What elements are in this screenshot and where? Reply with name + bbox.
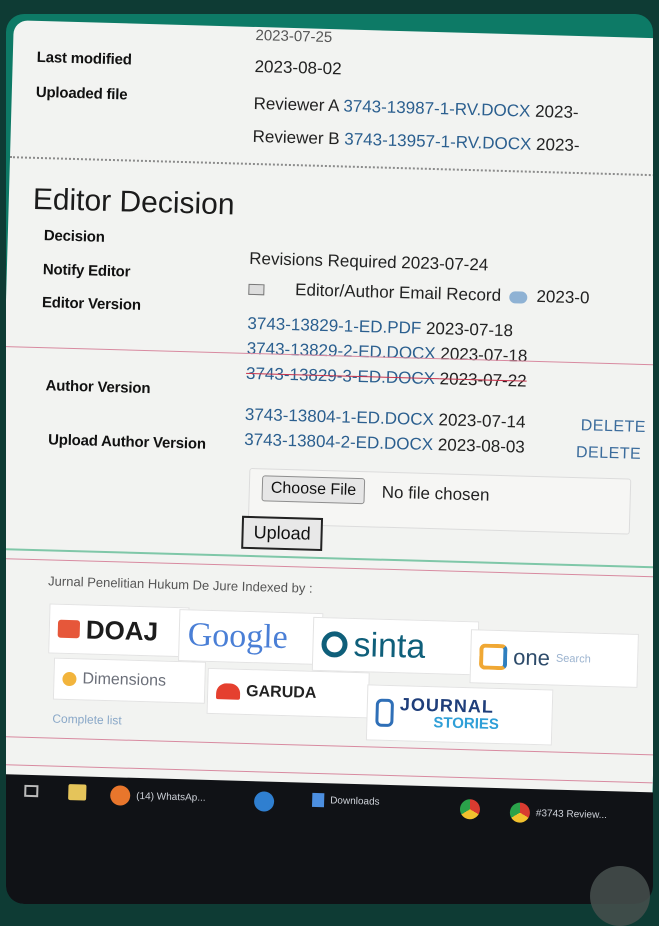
moire-line <box>6 548 653 569</box>
download-icon <box>311 792 325 808</box>
no-file-chosen-text: No file chosen <box>381 482 490 505</box>
reviewer-b-file-link[interactable]: 3743-13957-1-RV.DOCX <box>344 129 532 153</box>
journal-stories-text: JOURNAL STORIES <box>399 694 500 734</box>
comment-icon[interactable] <box>509 290 528 304</box>
reviewer-a-file-link[interactable]: 3743-13987-1-RV.DOCX <box>343 96 531 120</box>
chrome-review-task[interactable]: #3743 Review... <box>509 802 608 825</box>
journal-stories-icon <box>375 698 395 728</box>
reviewer-b-row: Reviewer B 3743-13957-1-RV.DOCX 2023- <box>252 127 579 156</box>
editor-version-file-link[interactable]: 3743-13829-1-ED.PDF <box>247 314 421 338</box>
dimensions-icon <box>62 671 77 687</box>
editor-decision-heading: Editor Decision <box>32 182 235 222</box>
reviewer-a-row: Reviewer A 3743-13987-1-RV.DOCX 2023- <box>253 94 579 123</box>
onesearch-logo[interactable]: one Search <box>469 629 639 688</box>
edge-icon[interactable] <box>253 791 275 812</box>
reviewer-b-date: 2023- <box>535 134 580 156</box>
expand-icon[interactable] <box>590 866 650 926</box>
reviewer-a-date: 2023- <box>534 101 579 123</box>
downloads-task[interactable]: Downloads <box>311 792 380 809</box>
upload-button[interactable]: Upload <box>241 515 324 552</box>
editor-version-date: 2023-07-22 <box>439 369 527 391</box>
complete-list-link[interactable]: Complete list <box>52 712 122 728</box>
chrome-icon[interactable] <box>459 798 481 820</box>
last-modified-value: 2023-08-02 <box>254 56 342 79</box>
firefox-whatsapp-task[interactable]: (14) WhatsAp... <box>109 785 206 808</box>
editor-version-row: 3743-13829-2-ED.DOCX 2023-07-18 <box>246 339 527 367</box>
decision-label: Decision <box>43 227 105 246</box>
choose-file-button[interactable]: Choose File <box>261 475 366 505</box>
reviewer-b-name: Reviewer B <box>252 126 340 149</box>
review-page: 2023-07-25 Last modified 2023-08-02 Uplo… <box>6 20 653 799</box>
uploaded-file-label: Uploaded file <box>35 83 128 104</box>
onesearch-icon <box>478 643 508 671</box>
editor-version-file-link[interactable]: 3743-13829-3-ED.DOCX <box>246 364 435 388</box>
editor-version-row: 3743-13829-1-ED.PDF 2023-07-18 <box>247 314 513 341</box>
monitor-screen: 2023-07-25 Last modified 2023-08-02 Uplo… <box>6 14 653 904</box>
editor-version-row: 3743-13829-3-ED.DOCX 2023-07-22 <box>246 364 527 392</box>
delete-link[interactable]: DELETE <box>576 444 642 464</box>
delete-link[interactable]: DELETE <box>580 417 646 437</box>
author-version-row: 3743-13804-2-ED.DOCX 2023-08-03 <box>244 430 525 458</box>
editor-version-file-link[interactable]: 3743-13829-2-ED.DOCX <box>246 339 435 363</box>
sinta-icon <box>321 631 348 658</box>
garuda-logo[interactable]: GARUDA <box>206 667 370 719</box>
phone-photo-frame: 2023-07-25 Last modified 2023-08-02 Uplo… <box>6 14 653 904</box>
moire-line <box>6 735 653 756</box>
file-explorer-icon[interactable] <box>68 784 87 801</box>
author-version-file-link[interactable]: 3743-13804-2-ED.DOCX <box>244 430 433 454</box>
sinta-logo[interactable]: sinta <box>311 616 480 676</box>
upload-author-version-label: Upload Author Version <box>47 431 207 453</box>
indexed-by-text: Jurnal Penelitian Hukum De Jure Indexed … <box>47 573 313 596</box>
author-version-date: 2023-07-14 <box>438 410 526 432</box>
windows-taskbar: (14) WhatsAp... Downloads #3743 Review..… <box>6 773 653 904</box>
editor-version-date: 2023-07-18 <box>425 318 514 341</box>
notify-row: Editor/Author Email Record 2023-0 <box>248 279 590 309</box>
last-modified-label: Last modified <box>36 48 132 69</box>
notify-editor-label: Notify Editor <box>42 261 131 281</box>
editor-version-date: 2023-07-18 <box>440 344 528 366</box>
editor-version-label: Editor Version <box>41 294 142 314</box>
doaj-logo[interactable]: DOAJ <box>48 603 190 658</box>
task-view-icon[interactable] <box>24 784 39 798</box>
chrome-icon <box>509 802 531 823</box>
cut-date: 2023-07-25 <box>255 26 333 47</box>
author-version-date: 2023-08-03 <box>437 435 526 457</box>
author-version-label: Author Version <box>45 377 151 398</box>
section-divider <box>9 156 653 177</box>
firefox-icon <box>109 785 131 806</box>
doaj-icon <box>57 619 81 639</box>
author-version-row: 3743-13804-1-ED.DOCX 2023-07-14 <box>245 405 526 433</box>
notify-date: 2023-0 <box>536 286 590 308</box>
reviewer-a-name: Reviewer A <box>253 93 339 116</box>
garuda-icon <box>215 683 241 700</box>
dimensions-logo[interactable]: Dimensions <box>52 657 206 704</box>
journal-stories-logo[interactable]: JOURNAL STORIES <box>365 684 554 746</box>
envelope-icon[interactable] <box>248 283 265 296</box>
email-record-link[interactable]: Editor/Author Email Record <box>295 280 501 305</box>
decision-value: Revisions Required 2023-07-24 <box>249 248 489 275</box>
author-version-file-link[interactable]: 3743-13804-1-ED.DOCX <box>245 405 434 429</box>
google-scholar-logo[interactable]: Google <box>178 609 324 666</box>
